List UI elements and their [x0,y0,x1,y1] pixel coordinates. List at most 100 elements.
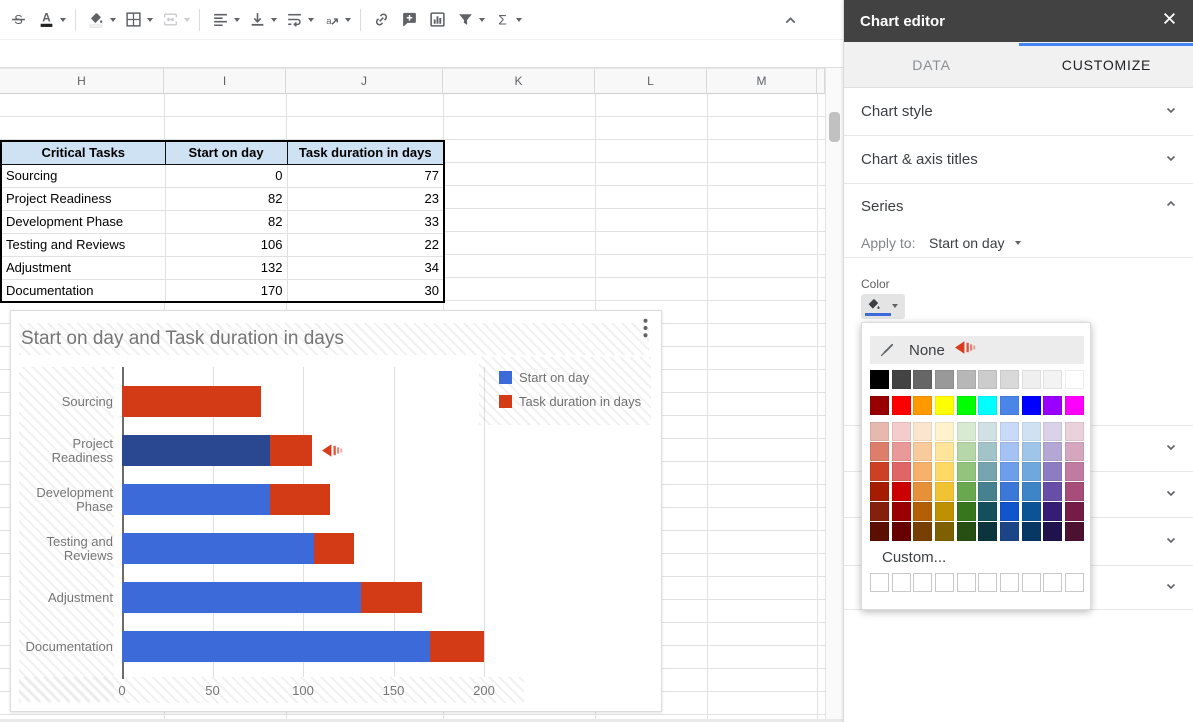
palette-swatch[interactable] [913,370,932,389]
palette-swatch[interactable] [1000,462,1019,481]
palette-swatch[interactable] [935,502,954,521]
palette-swatch[interactable] [1000,522,1019,541]
custom-color-slot[interactable] [1043,573,1062,592]
palette-swatch[interactable] [978,482,997,501]
palette-swatch[interactable] [1022,370,1041,389]
palette-swatch[interactable] [978,370,997,389]
cell[interactable]: Documentation [1,279,165,302]
palette-swatch[interactable] [1000,370,1019,389]
scrollbar-thumb[interactable] [829,112,840,142]
palette-swatch[interactable] [978,442,997,461]
custom-color-slot[interactable] [870,573,889,592]
legend-entry[interactable]: Start on day [499,369,651,385]
bar-segment-start-on-day[interactable] [122,435,270,466]
custom-color-slot[interactable] [892,573,911,592]
functions-button[interactable]: Σ [489,7,515,33]
palette-swatch[interactable] [935,396,954,415]
palette-swatch[interactable] [1000,482,1019,501]
palette-swatch[interactable] [935,422,954,441]
chart-card[interactable]: Start on day and Task duration in days 0… [10,310,662,712]
palette-swatch[interactable] [1065,422,1084,441]
palette-swatch[interactable] [1065,482,1084,501]
cell[interactable]: 77 [287,164,444,187]
palette-swatch[interactable] [957,370,976,389]
cell[interactable]: 82 [165,187,287,210]
column-header-H[interactable]: H [0,68,164,94]
section-chart-style[interactable]: Chart style [844,88,1193,136]
palette-swatch[interactable] [870,396,889,415]
palette-swatch[interactable] [1065,522,1084,541]
palette-swatch[interactable] [957,502,976,521]
palette-swatch[interactable] [1000,442,1019,461]
palette-swatch[interactable] [1022,396,1041,415]
palette-swatch[interactable] [892,522,911,541]
vertical-align-button[interactable] [244,7,270,33]
cell[interactable]: Testing and Reviews [1,233,165,256]
column-header-K[interactable]: K [443,68,595,94]
filter-button[interactable] [452,7,478,33]
palette-swatch[interactable] [1043,482,1062,501]
palette-swatch[interactable] [978,462,997,481]
fill-color-button[interactable] [83,7,109,33]
column-header[interactable] [817,68,825,94]
palette-swatch[interactable] [1000,502,1019,521]
palette-swatch[interactable] [957,422,976,441]
section-series[interactable]: Series [844,184,1193,228]
palette-swatch[interactable] [892,370,911,389]
palette-swatch[interactable] [935,370,954,389]
legend-entry[interactable]: Task duration in days [499,393,651,409]
palette-swatch[interactable] [957,522,976,541]
tab-data[interactable]: DATA [844,42,1019,87]
table-header-cell[interactable]: Task duration in days [287,141,444,164]
palette-swatch[interactable] [870,462,889,481]
custom-color-slot[interactable] [913,573,932,592]
formula-bar[interactable] [0,40,843,68]
bar-segment-task-duration-in-days[interactable] [361,582,423,613]
palette-swatch[interactable] [892,396,911,415]
palette-swatch[interactable] [870,522,889,541]
chart-menu-button[interactable] [638,319,652,341]
chart-title[interactable]: Start on day and Task duration in days [21,328,344,350]
palette-swatch[interactable] [913,462,932,481]
palette-swatch[interactable] [1022,502,1041,521]
palette-swatch[interactable] [870,422,889,441]
column-header-J[interactable]: J [286,68,443,94]
apply-to-dropdown[interactable]: Start on day [929,235,1005,251]
palette-swatch[interactable] [1065,462,1084,481]
bar-segment-task-duration-in-days[interactable] [122,386,261,417]
palette-swatch[interactable] [1043,502,1062,521]
palette-swatch[interactable] [1000,396,1019,415]
palette-swatch[interactable] [1043,396,1062,415]
palette-swatch[interactable] [913,502,932,521]
table-header-cell[interactable]: Critical Tasks [1,141,165,164]
palette-swatch[interactable] [870,502,889,521]
bar-segment-task-duration-in-days[interactable] [270,484,330,515]
column-header-M[interactable]: M [707,68,817,94]
palette-swatch[interactable] [935,482,954,501]
color-none-option[interactable]: None [870,336,1084,364]
cell[interactable]: Adjustment [1,256,165,279]
cell[interactable]: 30 [287,279,444,302]
palette-swatch[interactable] [1065,442,1084,461]
horizontal-align-button[interactable] [207,7,233,33]
palette-swatch[interactable] [957,442,976,461]
palette-swatch[interactable] [978,422,997,441]
cell[interactable]: 0 [165,164,287,187]
palette-swatch[interactable] [913,442,932,461]
insert-chart-button[interactable] [424,7,450,33]
cell[interactable]: 170 [165,279,287,302]
palette-swatch[interactable] [1043,522,1062,541]
cell[interactable]: 82 [165,210,287,233]
table-header-cell[interactable]: Start on day [165,141,287,164]
series-color-button[interactable] [861,294,905,319]
palette-swatch[interactable] [892,502,911,521]
palette-swatch[interactable] [978,522,997,541]
custom-colors-button[interactable]: Custom... [882,549,946,566]
palette-swatch[interactable] [978,502,997,521]
borders-button[interactable] [120,7,146,33]
chart-legend[interactable]: Start on day Task duration in days [479,357,651,425]
palette-swatch[interactable] [870,442,889,461]
custom-color-slot[interactable] [1065,573,1084,592]
palette-swatch[interactable] [892,442,911,461]
palette-swatch[interactable] [870,370,889,389]
